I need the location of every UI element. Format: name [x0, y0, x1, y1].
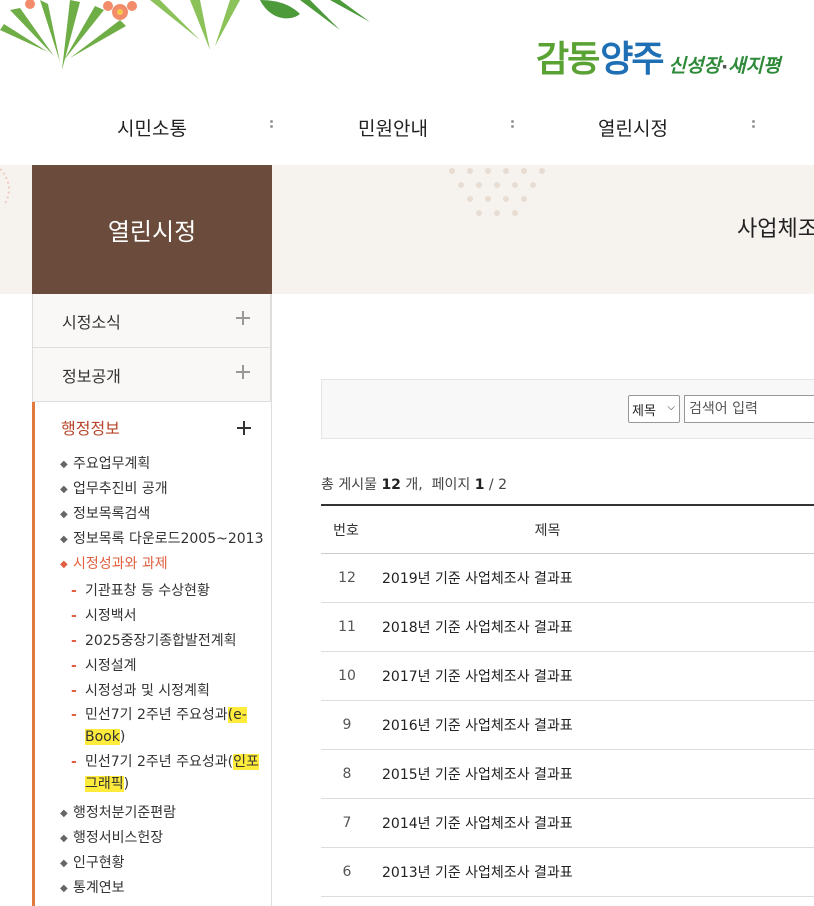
header-title: 제목 — [534, 522, 561, 539]
diamond-bullet-icon: ◆ — [60, 808, 68, 819]
side-nav: 시정소식 정보공개 행정정보 ◆ 주요업무계획 ◆ 업무추진비 공개 ◆ 정보목록검색… — [32, 294, 272, 906]
plus-icon — [236, 311, 250, 325]
gnb-item-citizen[interactable]: 시민소통 — [32, 104, 272, 150]
gnb-separator — [268, 118, 274, 132]
table-row[interactable]: 11 2018년 기준 사업체조사 결과표 — [321, 603, 814, 652]
global-nav: 시민소통 민원안내 열린시정 — [0, 104, 814, 150]
logo-text-main2: 양주 — [600, 39, 664, 80]
submenu-item[interactable]: ◆ 정보목록검색 — [59, 502, 271, 527]
city-logo[interactable]: 감동 양주 신성장 · 새지평 — [536, 34, 781, 82]
search-input[interactable] — [684, 395, 814, 423]
lnb-submenu: ◆ 주요업무계획 ◆ 업무추진비 공개 ◆ 정보목록검색 ◆ 정보목록 다운로드2005… — [35, 452, 271, 577]
lnb-third-menu: - 기관표창 등 수상현황 - 시정백서 -2025중장기종합발전계획 - 시정설계 … — [35, 579, 271, 795]
post-title-link[interactable]: 2018년 기준 사업체조사 결과표 — [373, 617, 573, 637]
table-row[interactable]: 9 2016년 기준 사업체조사 결과표 — [321, 701, 814, 750]
dash-bullet-icon: - — [71, 633, 77, 649]
third-menu-item[interactable]: -2025중장기종합발전계획 — [71, 629, 271, 654]
search-field-select[interactable]: 제목 ⌵ — [628, 395, 680, 423]
lnb-item-admin-expanded: 행정정보 ◆ 주요업무계획 ◆ 업무추진비 공개 ◆ 정보목록검색 ◆ 정보목록 다운로… — [32, 402, 271, 906]
diamond-bullet-icon: ◆ — [60, 883, 68, 894]
diamond-bullet-icon: ◆ — [60, 559, 68, 570]
dash-bullet-icon: - — [71, 707, 77, 723]
leaf-decoration — [0, 0, 380, 75]
total-count: 12 — [381, 477, 401, 493]
diamond-bullet-icon: ◆ — [60, 484, 68, 495]
submenu-item[interactable]: ◆ 행정처분기준편람 — [59, 801, 271, 826]
post-title-link[interactable]: 2017년 기준 사업체조사 결과표 — [373, 666, 573, 686]
submenu-item[interactable]: ◆ 행정서비스헌장 — [59, 826, 271, 851]
chevron-down-icon: ⌵ — [667, 402, 675, 413]
table-row[interactable]: 12 2019년 기준 사업체조사 결과표 — [321, 554, 814, 603]
third-menu-item-ebook[interactable]: - 민선7기 2주년 주요성과(e- Book) — [71, 704, 271, 748]
submenu-item[interactable]: ◆ 업무추진비 공개 — [59, 477, 271, 502]
header-no: 번호 — [333, 522, 359, 539]
post-title-link[interactable]: 2019년 기준 사업체조사 결과표 — [373, 568, 573, 588]
gnb-separator — [509, 118, 515, 132]
post-title-link[interactable]: 2015년 기준 사업체조사 결과표 — [373, 764, 573, 784]
diamond-bullet-icon: ◆ — [60, 509, 68, 520]
logo-slogan-2: 새지평 — [728, 55, 781, 77]
submenu-item-current[interactable]: ◆ 시정성과와 과제 — [59, 552, 271, 577]
dash-bullet-icon: - — [71, 683, 77, 699]
lnb-submenu: ◆ 행정처분기준편람 ◆ 행정서비스헌장 ◆ 인구현황 ◆ 통계연보 — [35, 801, 271, 901]
lnb-item-news[interactable]: 시정소식 — [32, 294, 271, 348]
board-table: 번호 제목 12 2019년 기준 사업체조사 결과표 11 2018년 기준 사업… — [321, 504, 814, 897]
lnb-item-label: 시정소식 — [62, 312, 121, 332]
third-menu-item-infographic[interactable]: - 민선7기 2주년 주요성과(인포 그래픽) — [71, 751, 271, 795]
board-summary: 총 게시물 12 개, 페이지 1 / 2 — [321, 477, 507, 493]
table-row[interactable]: 10 2017년 기준 사업체조사 결과표 — [321, 652, 814, 701]
dash-bullet-icon: - — [71, 583, 77, 599]
lnb-item-disclosure[interactable]: 정보공개 — [32, 348, 271, 402]
lnb-item-admin[interactable]: 행정정보 — [35, 402, 271, 452]
submenu-item[interactable]: ◆ 주요업무계획 — [59, 452, 271, 477]
diamond-bullet-icon: ◆ — [60, 459, 68, 470]
submenu-item[interactable]: ◆ 통계연보 — [59, 876, 271, 901]
logo-slogan-1: 신성장 — [668, 55, 721, 77]
table-header: 번호 제목 — [321, 504, 814, 554]
table-row[interactable]: 6 2013년 기준 사업체조사 결과표 — [321, 848, 814, 897]
total-pages: / 2 — [488, 477, 507, 493]
post-title-link[interactable]: 2016년 기준 사업체조사 결과표 — [373, 715, 573, 735]
post-title-link[interactable]: 2014년 기준 사업체조사 결과표 — [373, 813, 573, 833]
gnb-item-open[interactable]: 열린시정 — [513, 104, 753, 150]
third-menu-item[interactable]: - 시정성과 및 시정계획 — [71, 679, 271, 704]
third-menu-item[interactable]: - 기관표창 등 수상현황 — [71, 579, 271, 604]
submenu-item[interactable]: ◆ 인구현황 — [59, 851, 271, 876]
lnb-item-label: 정보공개 — [62, 366, 121, 386]
dash-bullet-icon: - — [71, 608, 77, 624]
third-menu-item[interactable]: - 시정설계 — [71, 654, 271, 679]
table-row[interactable]: 7 2014년 기준 사업체조사 결과표 — [321, 799, 814, 848]
gnb-item-civil[interactable]: 민원안내 — [273, 104, 513, 150]
plus-icon — [237, 421, 251, 435]
diamond-bullet-icon: ◆ — [60, 858, 68, 869]
plus-icon — [236, 365, 250, 379]
lnb-item-label: 행정정보 — [61, 419, 120, 438]
diamond-bullet-icon: ◆ — [60, 534, 68, 545]
page-title: 사업체조 — [737, 217, 814, 242]
submenu-item[interactable]: ◆ 정보목록 다운로드2005~2013 — [59, 527, 271, 552]
diamond-bullet-icon: ◆ — [60, 833, 68, 844]
third-menu-item[interactable]: - 시정백서 — [71, 604, 271, 629]
site-header: 감동 양주 신성장 · 새지평 시민소통 민원안내 열린시정 — [0, 0, 814, 165]
dash-bullet-icon: - — [71, 754, 77, 770]
logo-text-main1: 감동 — [536, 39, 600, 80]
dash-bullet-icon: - — [71, 658, 77, 674]
post-title-link[interactable]: 2013년 기준 사업체조사 결과표 — [373, 862, 573, 882]
current-page: 1 — [474, 477, 485, 493]
section-title: 열린시정 — [32, 165, 272, 294]
gnb-separator — [750, 118, 756, 132]
logo-slogan-dot: · — [720, 56, 729, 78]
table-row[interactable]: 8 2015년 기준 사업체조사 결과표 — [321, 750, 814, 799]
